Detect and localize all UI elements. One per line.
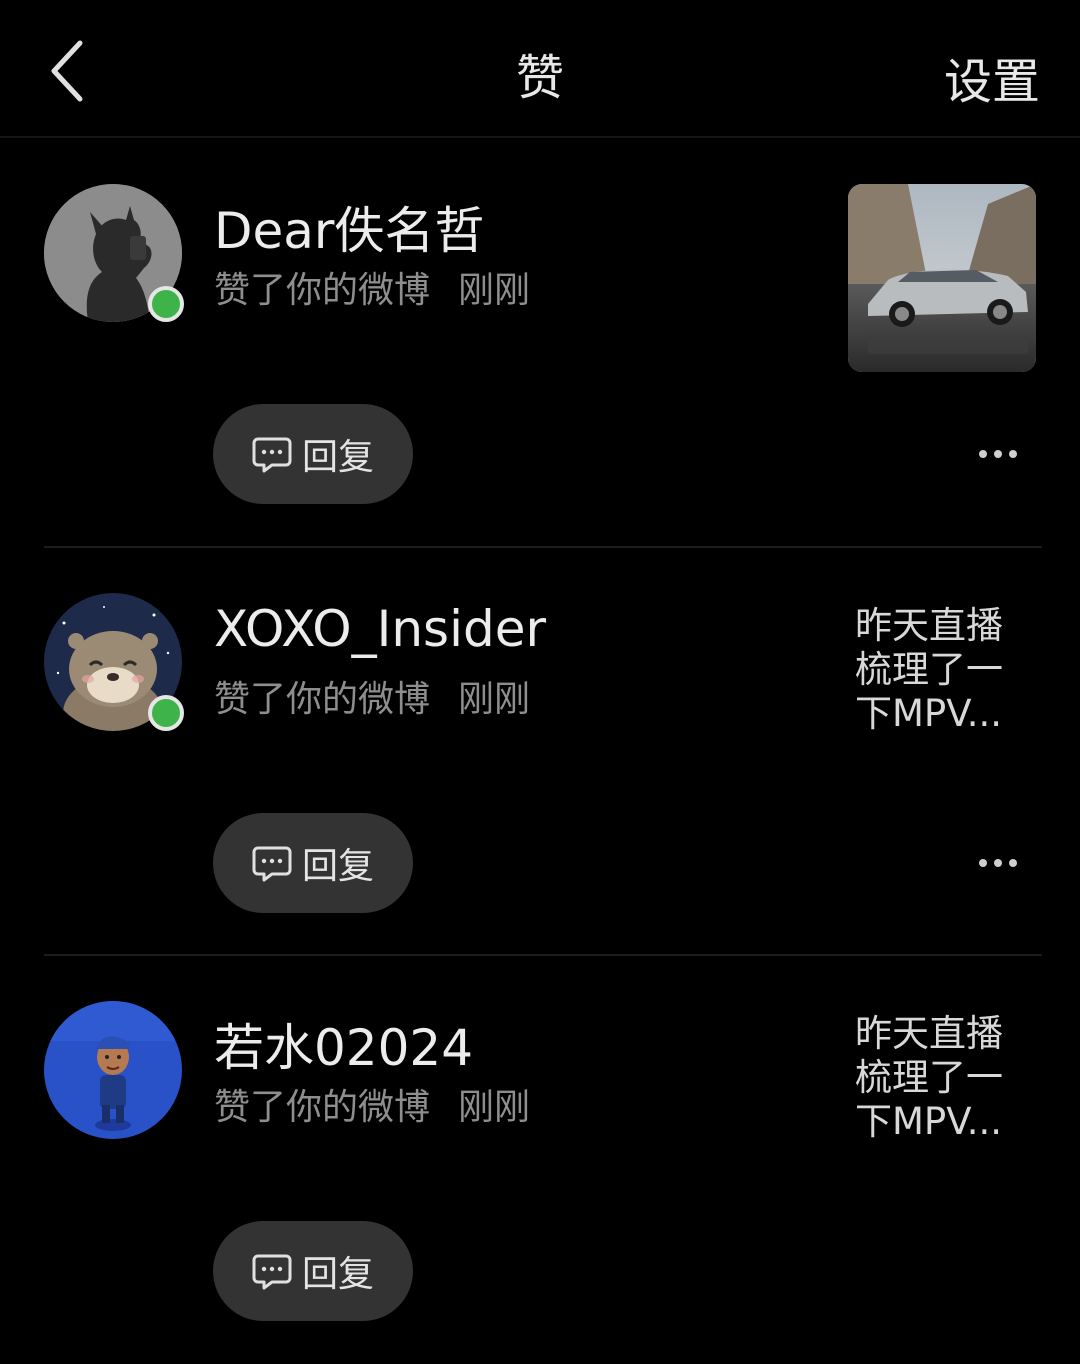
reply-label: 回复 [301,1254,374,1295]
activity-line: 赞了你的微博 刚刚 [214,261,530,313]
page-title: 赞 [515,50,564,106]
notification-item: 若水02024 赞了你的微博 刚刚 昨天直播梳理了一下MPV... 回复 [0,956,1080,1364]
activity-text: 赞了你的微博 [214,679,431,720]
notification-item: XOXO_Insider 赞了你的微博 刚刚 昨天直播梳理了一下MPV... 回复 [0,548,1080,956]
avatar[interactable] [44,184,184,322]
timestamp: 刚刚 [458,270,531,311]
activity-text: 赞了你的微博 [214,1087,431,1128]
comment-icon [252,846,292,882]
top-bar: 赞 设置 [0,0,1080,138]
avatar-image [44,1001,182,1139]
timestamp: 刚刚 [458,1087,531,1128]
car-photo [848,184,1036,372]
activity-text: 赞了你的微博 [214,270,431,311]
timestamp: 刚刚 [458,679,531,720]
user-name[interactable]: 若水02024 [214,1008,473,1080]
settings-button[interactable]: 设置 [944,42,1040,112]
post-preview-text[interactable]: 昨天直播梳理了一下MPV... [855,604,1025,736]
online-status-dot [148,695,184,731]
reply-button[interactable]: 回复 [213,1221,413,1321]
post-preview-text[interactable]: 昨天直播梳理了一下MPV... [855,1012,1025,1144]
more-options-button[interactable] [972,437,1024,471]
notification-item: Dear佚名哲 赞了你的微博 刚刚 回复 [0,139,1080,547]
reply-label: 回复 [301,437,374,478]
avatar[interactable] [44,593,184,731]
reply-button[interactable]: 回复 [213,404,413,504]
activity-line: 赞了你的微博 刚刚 [214,1078,530,1130]
post-thumbnail[interactable] [848,184,1036,372]
online-status-dot [148,286,184,322]
comment-icon [252,437,292,473]
ellipsis-icon [979,450,1017,458]
comment-icon [252,1254,292,1290]
ellipsis-icon [979,859,1017,867]
reply-label: 回复 [301,846,374,887]
avatar[interactable] [44,1001,182,1139]
reply-button[interactable]: 回复 [213,813,413,913]
user-name[interactable]: XOXO_Insider [214,600,546,658]
more-options-button[interactable] [972,846,1024,880]
user-name[interactable]: Dear佚名哲 [214,191,484,263]
activity-line: 赞了你的微博 刚刚 [214,670,530,722]
